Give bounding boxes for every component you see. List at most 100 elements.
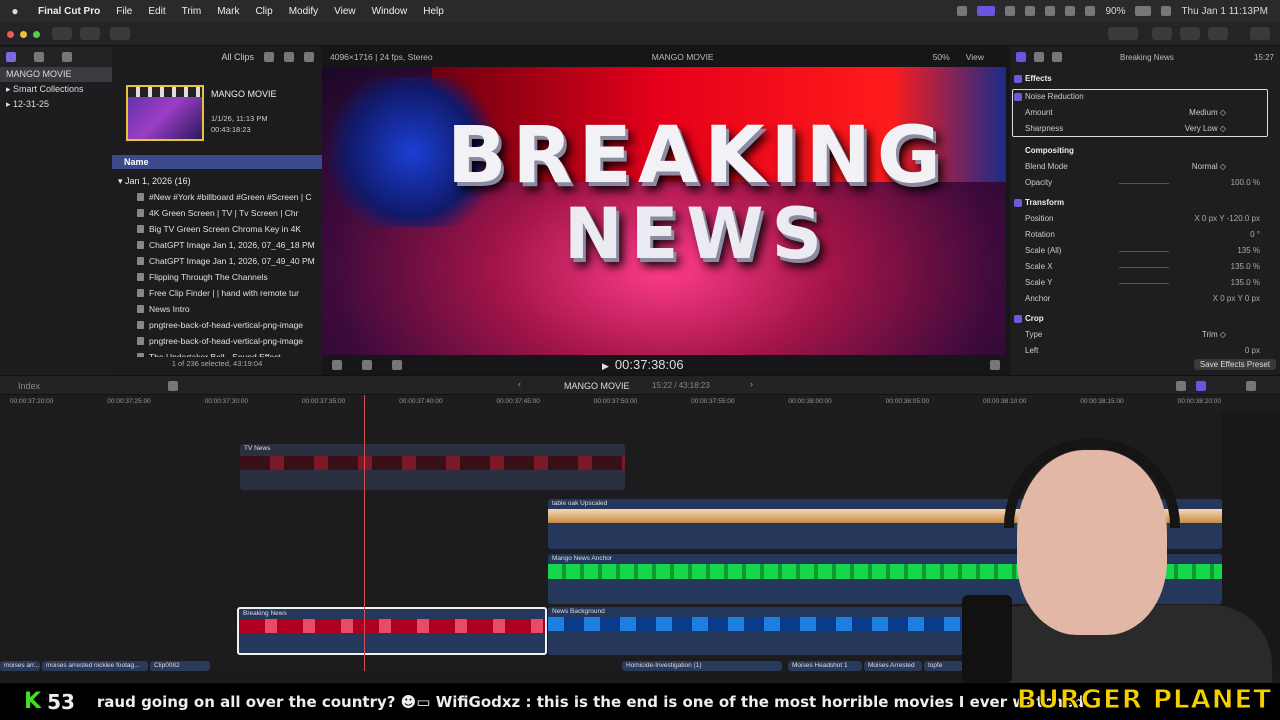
crop-left-value[interactable]: 0 px [1245, 343, 1260, 359]
snapping-icon[interactable] [1196, 381, 1206, 391]
workspace-button[interactable] [1108, 27, 1138, 40]
audio-clip[interactable]: Moises Arrested [864, 661, 922, 671]
menu-window[interactable]: Window [364, 6, 416, 17]
audio-clip[interactable]: Moises Headshot 1 [788, 661, 862, 671]
control-center-icon[interactable] [957, 6, 968, 16]
globe-icon[interactable] [1025, 6, 1036, 16]
list-view-icon[interactable] [264, 52, 274, 62]
scale-x-value[interactable]: 135.0 % [1231, 259, 1260, 275]
clip-row[interactable]: News Intro [112, 301, 322, 317]
zoom-select[interactable]: 50% [933, 52, 950, 62]
scale-all-value[interactable]: 135 % [1237, 243, 1260, 259]
wifi-icon[interactable] [1085, 6, 1096, 16]
search-icon[interactable] [304, 52, 314, 62]
back-icon[interactable]: ‹ [518, 379, 521, 389]
transform-icon[interactable] [332, 360, 342, 370]
menu-modify[interactable]: Modify [281, 6, 326, 17]
crop-section[interactable]: Crop [1014, 311, 1276, 327]
app-menu[interactable]: Final Cut Pro [30, 6, 108, 17]
scale-slider[interactable] [1119, 251, 1169, 252]
index-button[interactable]: Index [18, 381, 40, 391]
sharpness-popup[interactable]: Very Low ◇ [1185, 121, 1226, 137]
tv-news-clip[interactable]: TV News [240, 444, 625, 490]
minimize-window-button[interactable] [20, 31, 27, 38]
video-frame[interactable]: BREAKING NEWS [322, 67, 1006, 355]
clip-row[interactable]: The Undertaker Bell - Sound Effect [112, 349, 322, 357]
menu-edit[interactable]: Edit [140, 6, 173, 17]
menu-mark[interactable]: Mark [209, 6, 247, 17]
blend-popup[interactable]: Normal ◇ [1192, 159, 1226, 175]
speed-icon[interactable] [392, 360, 402, 370]
play-icon[interactable] [1005, 6, 1016, 16]
audio-clip[interactable]: Clip0082 [150, 661, 210, 671]
battery-icon[interactable] [1135, 6, 1152, 16]
info-icon[interactable] [1052, 52, 1062, 62]
scale-y-value[interactable]: 135.0 % [1231, 275, 1260, 291]
crop-type-popup[interactable]: Trim ◇ [1202, 327, 1226, 343]
audio-clip[interactable]: topfe [924, 661, 964, 671]
anchor-value[interactable]: X 0 px Y 0 px [1213, 291, 1260, 307]
video-inspector-icon[interactable] [1016, 52, 1026, 62]
fullscreen-icon[interactable] [990, 360, 1000, 370]
view-menu[interactable]: View [966, 52, 984, 62]
audio-clip[interactable]: Homicide-Investigation (1) [622, 661, 782, 671]
clip-row[interactable]: Flipping Through The Channels [112, 269, 322, 285]
bluetooth-icon[interactable] [1065, 6, 1076, 16]
search-icon[interactable] [1161, 6, 1172, 16]
timeline-ruler[interactable]: 00:00:37:20:00 00:00:37:25:00 00:00:37:30:… [0, 395, 1280, 411]
playhead[interactable] [364, 395, 365, 671]
keyword-button[interactable] [80, 27, 100, 40]
apple-icon[interactable]: ● [0, 4, 30, 18]
event-thumbnail[interactable] [126, 85, 204, 141]
clip-row[interactable]: pngtree-back-of-head-vertical-png-image [112, 333, 322, 349]
noise-reduction-row[interactable]: Noise Reduction [1014, 89, 1276, 105]
position-value[interactable]: X 0 px Y -120.0 px [1194, 211, 1260, 227]
clip-appearance-icon[interactable] [1246, 381, 1256, 391]
clip-row[interactable]: Free Clip Finder | | hand with remote tu… [112, 285, 322, 301]
name-column-header[interactable]: Name [112, 155, 322, 169]
background-tasks-button[interactable] [110, 27, 130, 40]
enhance-icon[interactable] [362, 360, 372, 370]
amount-popup[interactable]: Medium ◇ [1189, 105, 1226, 121]
audio-clip[interactable]: moises arrested nicklee footag... [42, 661, 148, 671]
forward-icon[interactable]: › [750, 379, 753, 389]
clip-row[interactable]: ChatGPT Image Jan 1, 2026, 07_46_18 PM [112, 237, 322, 253]
clip-row[interactable]: pngtree-back-of-head-vertical-png-image [112, 317, 322, 333]
opacity-slider[interactable] [1119, 183, 1169, 184]
checkbox[interactable] [1014, 315, 1022, 323]
show-browser-button[interactable] [1152, 27, 1172, 40]
checkbox[interactable] [1014, 199, 1022, 207]
breaking-news-clip[interactable]: Breaking News [237, 607, 547, 655]
zoom-window-button[interactable] [33, 31, 40, 38]
project-name[interactable]: MANGO MOVIE [564, 381, 630, 391]
smart-collections[interactable]: ▸ Smart Collections [0, 82, 112, 97]
show-inspector-button[interactable] [1208, 27, 1228, 40]
library-mango-movie[interactable]: MANGO MOVIE [0, 67, 112, 82]
scale-y-slider[interactable] [1119, 283, 1169, 284]
library-icon[interactable] [6, 52, 16, 62]
checkbox[interactable] [1014, 93, 1022, 101]
opacity-value[interactable]: 100.0 % [1231, 175, 1260, 191]
scale-x-slider[interactable] [1119, 267, 1169, 268]
share-button[interactable] [1250, 27, 1270, 40]
import-button[interactable] [52, 27, 72, 40]
show-timeline-button[interactable] [1180, 27, 1200, 40]
color-inspector-icon[interactable] [1034, 52, 1044, 62]
event-12-31-25[interactable]: ▸ 12-31-25 [0, 97, 112, 112]
rotation-value[interactable]: 0 ° [1250, 227, 1260, 243]
photos-icon[interactable] [34, 52, 44, 62]
menu-file[interactable]: File [108, 6, 140, 17]
menu-view[interactable]: View [326, 6, 364, 17]
effects-section[interactable]: Effects [1014, 71, 1276, 87]
audio-icon[interactable] [1176, 381, 1186, 391]
select-tool-icon[interactable] [168, 381, 178, 391]
clip-row[interactable]: Big TV Green Screen Chroma Key in 4K [112, 221, 322, 237]
menu-trim[interactable]: Trim [174, 6, 210, 17]
menu-clip[interactable]: Clip [247, 6, 280, 17]
transform-section[interactable]: Transform [1014, 195, 1276, 211]
volume-icon[interactable] [1045, 6, 1056, 16]
compositing-section[interactable]: Compositing [1014, 143, 1276, 159]
screen-record-icon[interactable] [977, 6, 996, 16]
checkbox[interactable] [1014, 75, 1022, 83]
play-icon[interactable]: ▶ [602, 361, 609, 371]
